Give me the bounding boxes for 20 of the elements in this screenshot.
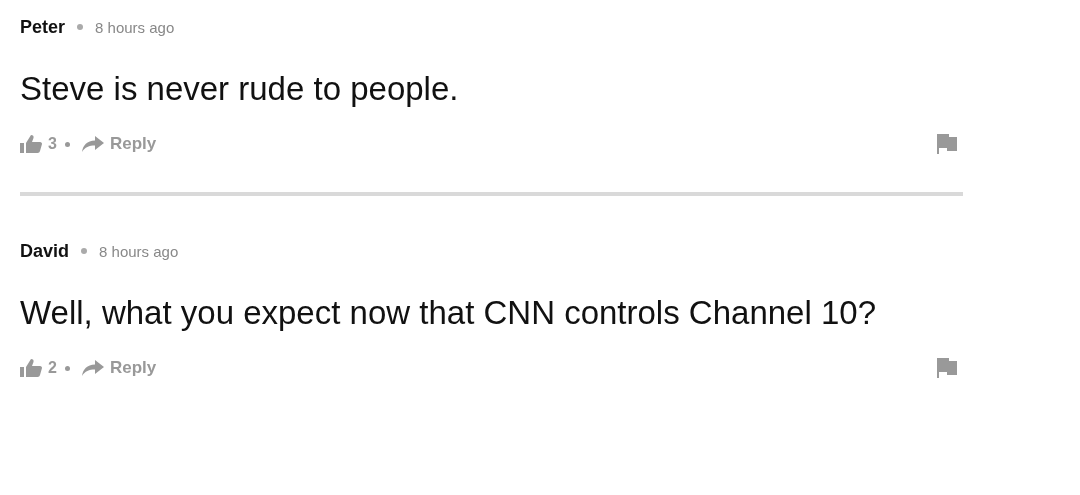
arrow-icon (81, 136, 104, 152)
separator-dot-icon (64, 141, 70, 147)
author-name: Peter (20, 16, 66, 38)
reply-button[interactable]: Reply (81, 358, 157, 378)
arrow-icon (81, 360, 104, 376)
separator-dot-icon (64, 365, 70, 371)
reply-button[interactable]: Reply (81, 134, 157, 154)
comment-text: Well, what you expect now that CNN controls Channel 10? (20, 296, 877, 330)
author-name: David (20, 240, 70, 262)
comment-text: Steve is never rude to people. (20, 72, 460, 106)
flag-icon[interactable] (937, 134, 957, 154)
separator-dot-icon (81, 248, 88, 254)
thumbs-up-icon[interactable] (20, 135, 42, 153)
flag-icon[interactable] (937, 358, 957, 378)
thumbs-up-icon[interactable] (20, 359, 42, 377)
separator-dot-icon (77, 24, 84, 30)
like-count: 3 (48, 135, 57, 153)
timestamp: 8 hours ago (99, 242, 179, 260)
like-count: 2 (48, 359, 57, 377)
timestamp: 8 hours ago (95, 18, 175, 36)
